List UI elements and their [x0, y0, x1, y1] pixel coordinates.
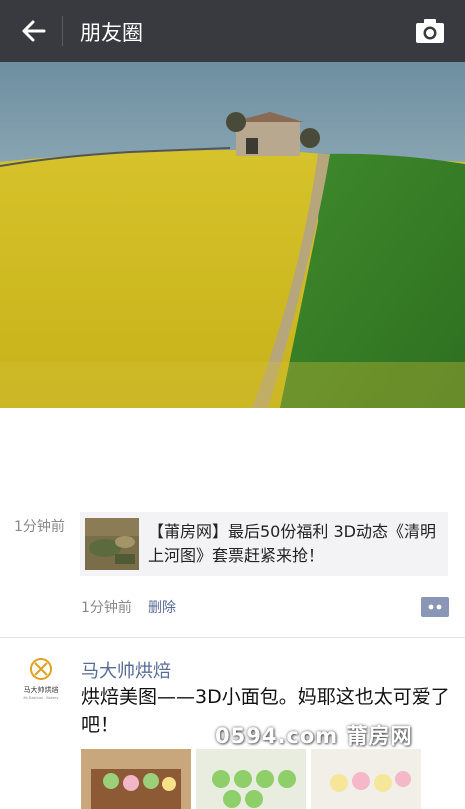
delete-button[interactable]: 删除 [148, 597, 176, 617]
comment-menu-icon[interactable] [421, 597, 449, 617]
moment-timestamp-left: 1分钟前 [14, 519, 65, 535]
camera-icon[interactable] [415, 18, 445, 44]
post-photo[interactable] [311, 749, 421, 809]
avatar-name: 马大帅烘焙 [24, 685, 59, 694]
avatar[interactable]: 马大帅烘焙 Mr.Dashuai · Bakery [16, 652, 66, 702]
link-title: 【莆房网】最后50份福利 3D动态《清明上河图》套票赶紧来抢！ [148, 522, 436, 565]
link-thumbnail [85, 518, 139, 570]
moment-divider [0, 637, 465, 638]
link-card[interactable]: 【莆房网】最后50份福利 3D动态《清明上河图》套票赶紧来抢！ [80, 512, 448, 576]
post-photo[interactable] [81, 749, 191, 809]
bakery-logo-icon: 马大帅烘焙 Mr.Dashuai · Bakery [16, 652, 66, 702]
post-photo[interactable] [196, 749, 306, 809]
page-title: 朋友圈 [80, 21, 143, 45]
avatar-subtitle: Mr.Dashuai · Bakery [24, 696, 59, 700]
header-divider [62, 16, 63, 46]
author-nickname[interactable]: 马大帅烘焙 [81, 657, 171, 683]
moment-timestamp: 1分钟前 [81, 600, 132, 616]
back-arrow-icon[interactable] [14, 15, 48, 47]
cover-photo[interactable] [0, 62, 465, 408]
top-bar: 朋友圈 [0, 0, 465, 62]
watermark: 0594.com 莆房网 [215, 724, 413, 748]
